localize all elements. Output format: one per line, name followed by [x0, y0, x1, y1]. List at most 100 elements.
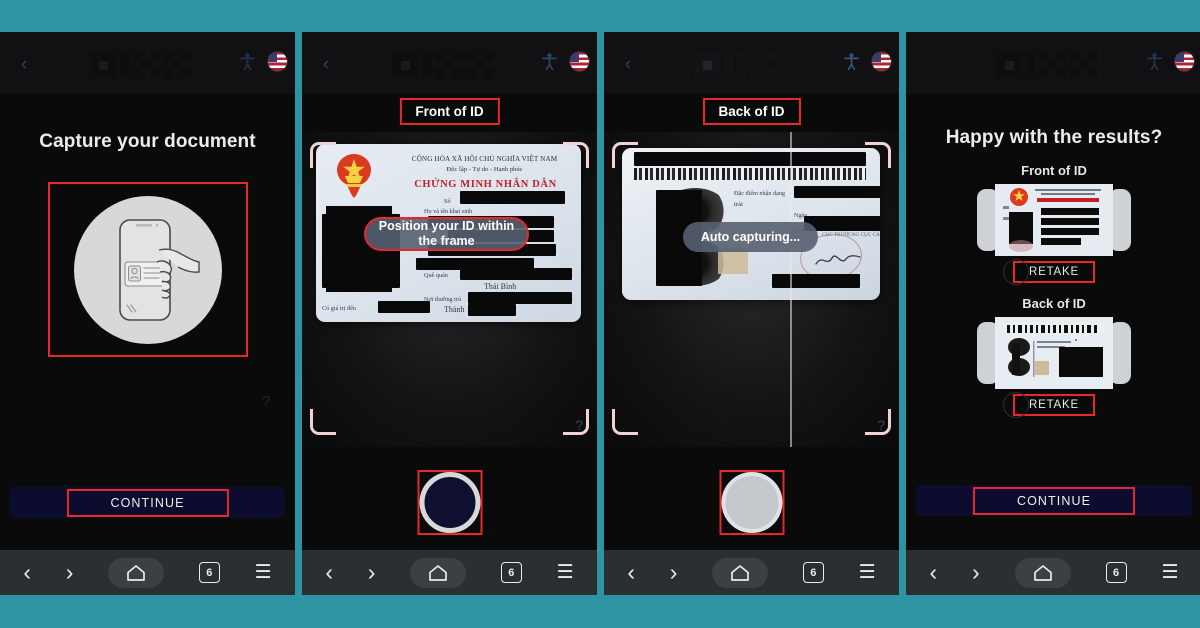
panel-front-of-id-capture: ‹ Front of ID CỘNG HÒA XÃ HỘI CHỦ NGHĨA …	[302, 32, 597, 595]
browser-navbar: ‹ › 6 ☰	[604, 550, 899, 595]
redaction-bar	[460, 191, 565, 204]
illustration-frame	[48, 182, 248, 357]
panel-back-of-id-capture: ‹ Back of ID Đặc điểm nhận dạng trái Ngà…	[604, 32, 899, 595]
app-header: ‹	[302, 32, 597, 94]
nav-forward-icon[interactable]: ›	[66, 559, 74, 586]
header-actions	[536, 48, 589, 74]
nav-home-icon[interactable]	[712, 557, 769, 588]
shutter-button[interactable]	[721, 472, 782, 533]
nav-back-icon[interactable]: ‹	[23, 559, 31, 586]
back-icon[interactable]: ‹	[10, 50, 38, 78]
nav-home-icon[interactable]	[1014, 557, 1071, 588]
accessibility-icon[interactable]	[1141, 48, 1167, 74]
camera-viewfinder: Đặc điểm nhận dạng trái Ngày CỤC CỤC TRƯ…	[604, 132, 899, 447]
nav-back-icon[interactable]: ‹	[325, 559, 333, 586]
nav-back-icon[interactable]: ‹	[627, 559, 635, 586]
nav-forward-icon[interactable]: ›	[972, 559, 980, 586]
nav-home-icon[interactable]	[410, 557, 467, 588]
okx-logo	[391, 48, 508, 82]
nav-menu-icon[interactable]: ☰	[557, 561, 574, 584]
panel-capture-document: ‹ Capture your document ? CONTINUE ‹ › 6…	[0, 32, 295, 595]
us-flag-icon[interactable]	[1175, 51, 1194, 71]
redaction-bar	[468, 292, 572, 304]
app-header: ‹	[604, 32, 899, 94]
nav-forward-icon[interactable]: ›	[670, 559, 678, 586]
signature-icon	[814, 248, 862, 268]
nav-tabs-count[interactable]: 6	[198, 562, 220, 583]
frame-corner-bl	[310, 409, 336, 435]
shutter-button[interactable]	[419, 472, 480, 533]
redaction-bar	[634, 152, 866, 166]
shutter-button-wrap	[719, 470, 784, 535]
redaction-bar	[460, 268, 572, 280]
front-id-thumbnail[interactable]	[995, 184, 1113, 257]
camera-viewfinder: CỘNG HÒA XÃ HỘI CHỦ NGHĨA VIỆT NAM Độc l…	[302, 132, 597, 447]
header-actions	[838, 48, 891, 74]
retake-icon[interactable]	[1003, 259, 1029, 286]
us-flag-icon[interactable]	[570, 51, 589, 71]
auto-capturing-tooltip: Auto capturing...	[683, 222, 818, 252]
back-icon[interactable]: ‹	[614, 50, 642, 78]
phone-id-illustration	[74, 195, 222, 344]
front-of-id-label: Front of ID	[1021, 163, 1087, 179]
nav-menu-icon[interactable]: ☰	[859, 561, 876, 584]
frame-corner-tr	[865, 142, 891, 168]
back-of-id-label: Back of ID	[1022, 296, 1086, 312]
nav-tabs-count[interactable]: 6	[1105, 562, 1127, 583]
id-field-value-noithuongtru: Thành	[444, 305, 465, 314]
help-icon[interactable]: ?	[255, 390, 277, 412]
redaction-bar	[378, 301, 430, 313]
app-header: ‹	[0, 32, 295, 94]
header-actions	[1141, 48, 1194, 74]
continue-button-wrap: CONTINUE	[10, 487, 285, 518]
front-retake-row: RETAKE	[906, 259, 1200, 286]
page-title: Capture your document	[39, 131, 256, 152]
help-icon[interactable]: ?	[575, 417, 583, 433]
redaction-bar	[468, 304, 516, 316]
scan-line	[789, 132, 792, 447]
us-flag-icon[interactable]	[872, 51, 891, 71]
redaction-bar	[794, 186, 880, 198]
accessibility-icon[interactable]	[234, 48, 260, 74]
capture-step-label: Front of ID	[399, 98, 500, 125]
browser-navbar: ‹ › 6 ☰	[302, 550, 597, 595]
nav-menu-icon[interactable]: ☰	[255, 561, 272, 584]
okx-logo	[693, 48, 810, 82]
shutter-highlight	[719, 470, 784, 535]
nav-tabs-count[interactable]: 6	[500, 562, 522, 583]
page-title: Happy with the results?	[945, 127, 1163, 148]
browser-navbar: ‹ › 6 ☰	[906, 550, 1200, 595]
okx-logo	[996, 48, 1112, 82]
position-id-tooltip: Position your ID within the frame	[364, 217, 529, 251]
id-field-label-name: Họ và tên khai sinh	[424, 208, 473, 215]
back-id-thumbnail[interactable]	[995, 317, 1113, 390]
us-flag-icon[interactable]	[268, 51, 287, 71]
continue-button-label[interactable]: CONTINUE	[972, 486, 1136, 515]
back-icon[interactable]: ‹	[312, 50, 340, 78]
id-header-motto: Độc lập - Tự do - Hạnh phúc	[446, 166, 523, 173]
continue-button-label[interactable]: CONTINUE	[66, 488, 229, 517]
accessibility-icon[interactable]	[536, 48, 562, 74]
screenshot-stage: ‹ Capture your document ? CONTINUE ‹ › 6…	[0, 0, 1200, 628]
nav-forward-icon[interactable]: ›	[368, 559, 376, 586]
shutter-highlight	[417, 470, 482, 535]
id-field-label-dacdiem: Đặc điểm nhận dạng	[734, 190, 786, 197]
id-field-label-giatriden: Có giá trị đến	[322, 305, 356, 312]
retake-icon[interactable]	[1003, 392, 1029, 419]
nav-tabs-count[interactable]: 6	[802, 562, 824, 583]
front-thumbnail-row	[906, 184, 1200, 257]
id-field-value-quequan: Thái Bình	[484, 282, 517, 291]
id-field-label-quequan: Quê quán	[424, 272, 448, 279]
frame-corner-tl	[612, 142, 638, 168]
id-header-title: CHỨNG MINH NHÂN DÂN	[414, 179, 557, 190]
browser-navbar: ‹ › 6 ☰	[0, 550, 295, 595]
capture-step-label: Back of ID	[702, 98, 801, 125]
help-icon[interactable]: ?	[877, 417, 885, 433]
header-actions	[234, 48, 287, 74]
accessibility-icon[interactable]	[838, 48, 864, 74]
frame-corner-bl	[612, 409, 638, 435]
nav-back-icon[interactable]: ‹	[929, 559, 937, 586]
nav-menu-icon[interactable]: ☰	[1161, 561, 1178, 584]
nav-home-icon[interactable]	[108, 557, 165, 588]
vietnam-emblem-icon	[337, 154, 371, 198]
